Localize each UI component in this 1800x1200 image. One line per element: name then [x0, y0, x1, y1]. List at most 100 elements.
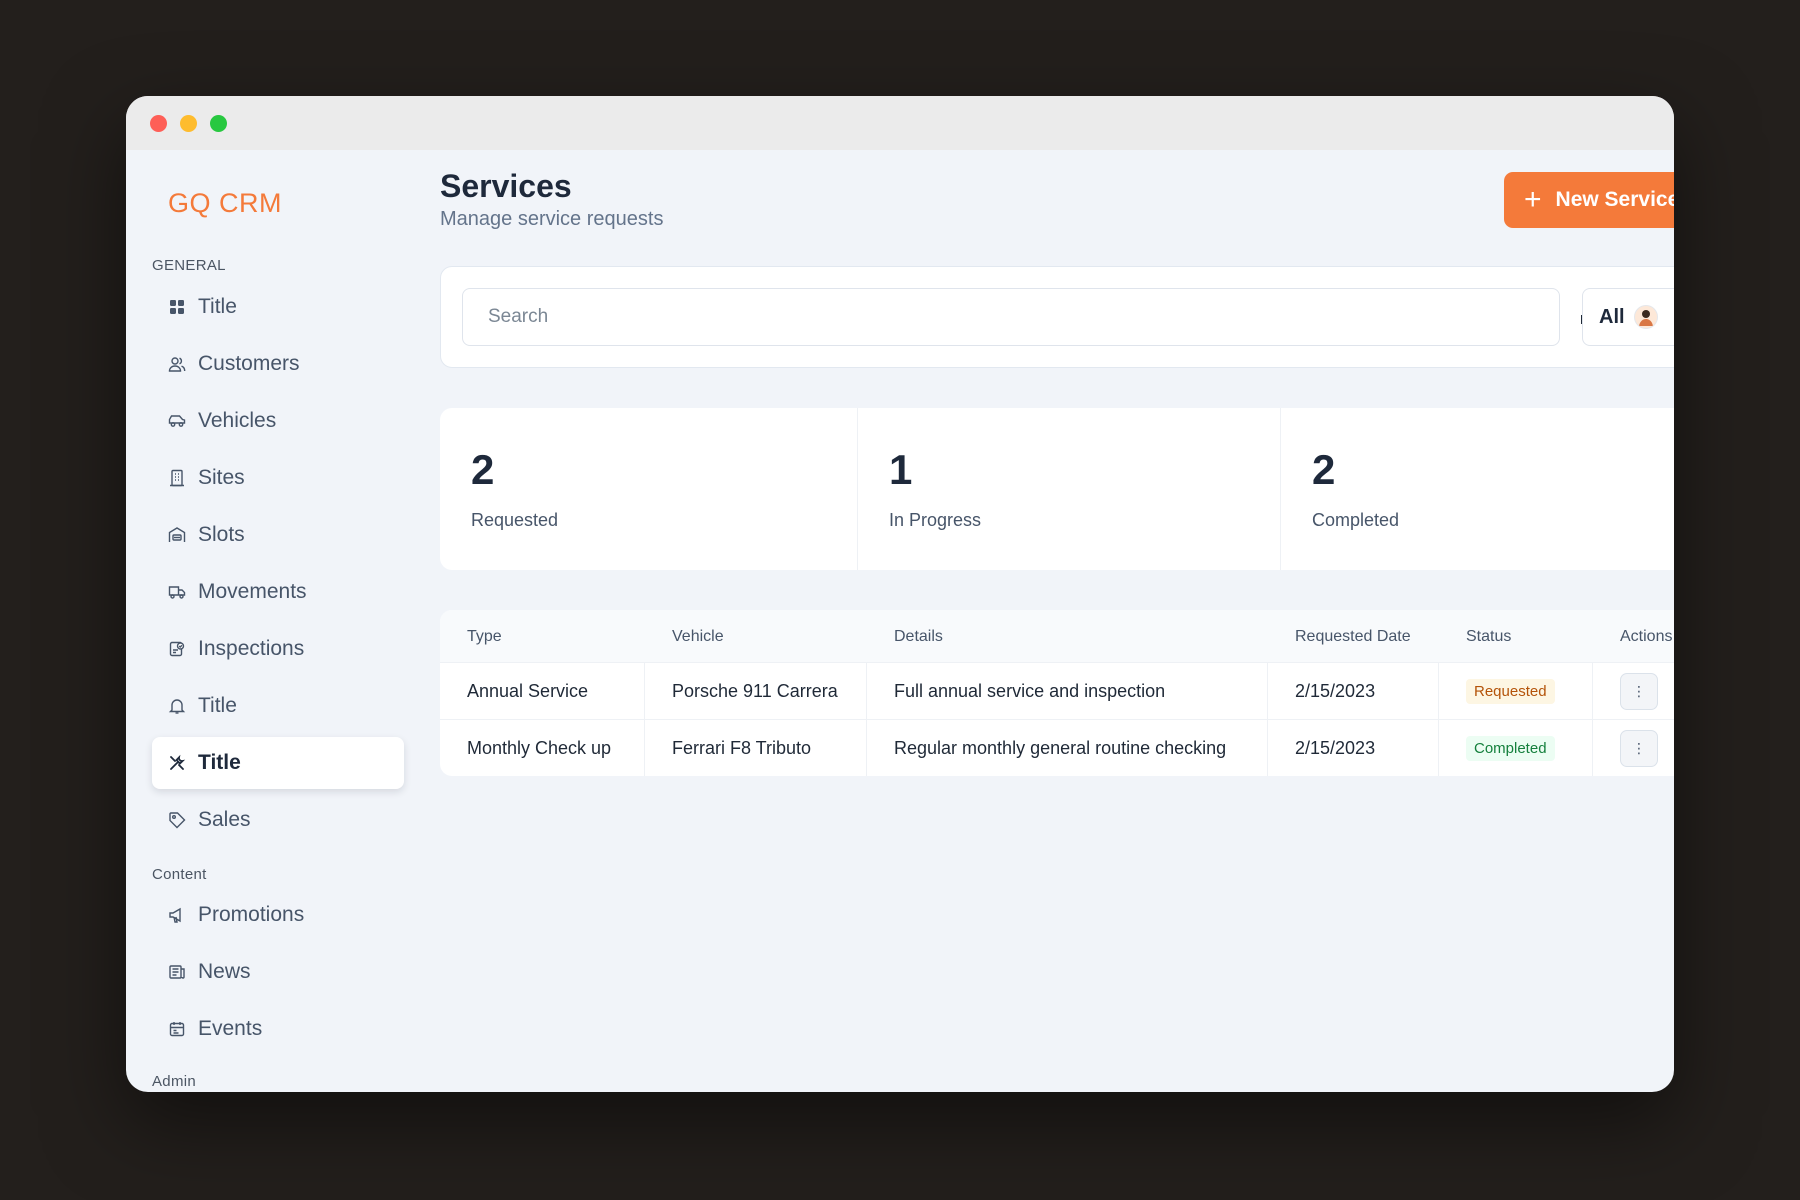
section-label-content: Content — [152, 866, 207, 883]
sidebar-item-label: Sites — [198, 466, 245, 489]
avatar — [1633, 305, 1658, 329]
sidebar-item-label: Events — [198, 1017, 263, 1040]
sidebar-item-services[interactable]: Title — [152, 737, 404, 789]
minimize-window-button[interactable] — [180, 114, 197, 132]
sidebar-item-label: Title — [198, 295, 237, 318]
stat-completed: 2 Completed — [1281, 408, 1674, 570]
page-title: Services — [440, 168, 572, 204]
megaphone-icon — [169, 907, 181, 923]
maximize-window-button[interactable] — [210, 114, 227, 132]
cell-status: Requested — [1439, 663, 1593, 720]
column-header-actions: Actions — [1620, 628, 1673, 645]
garage-icon — [168, 527, 186, 542]
tools-icon — [170, 754, 186, 770]
sidebar-item-slots[interactable]: Slots — [152, 509, 404, 561]
sidebar-item-promotions[interactable]: Promotions — [152, 889, 404, 941]
tag-icon — [169, 812, 186, 829]
cell-actions: ⋮ — [1593, 720, 1674, 776]
cell-vehicle: Ferrari F8 Tributo — [645, 720, 867, 776]
table-header: Type Vehicle Details Requested Date Stat… — [440, 610, 1674, 662]
cell-details: Regular monthly general routine checking — [867, 720, 1268, 776]
cell-actions: ⋮ — [1593, 663, 1674, 720]
status-filter-dropdown[interactable]: All — [1582, 288, 1674, 346]
sidebar-item-label: Inspections — [198, 637, 305, 660]
sidebar-item-movements[interactable]: Movements — [152, 566, 404, 618]
window-titlebar — [126, 96, 1674, 150]
new-service-button[interactable]: + New Service — [1504, 172, 1674, 228]
stat-requested: 2 Requested — [440, 408, 858, 570]
section-label-general: GENERAL — [152, 257, 226, 274]
stat-value: 2 — [471, 446, 495, 493]
status-badge: Completed — [1466, 736, 1555, 761]
cell-vehicle: Porsche 911 Carrera — [645, 663, 867, 720]
app-window: GQ CRM GENERAL Title Customers Vehicles … — [126, 96, 1674, 1092]
sidebar-item-label: Customers — [198, 352, 300, 375]
row-actions-button[interactable]: ⋮ — [1620, 730, 1658, 767]
car-icon — [168, 415, 186, 427]
sidebar-item-label: Movements — [198, 580, 307, 603]
bell-icon — [168, 699, 186, 714]
person-icon — [1638, 310, 1653, 326]
column-header-vehicle[interactable]: Vehicle — [672, 628, 724, 646]
sidebar-item-label: Slots — [198, 523, 245, 546]
sidebar-item-label: Title — [198, 694, 237, 717]
sidebar-item-title[interactable]: Title — [152, 281, 404, 333]
grid-icon — [170, 300, 184, 314]
sidebar-item-sites[interactable]: Sites — [152, 452, 404, 504]
page-subtitle: Manage service requests — [440, 208, 664, 230]
cell-type: Annual Service — [440, 663, 645, 720]
stat-label: In Progress — [889, 510, 982, 530]
stat-value: 1 — [889, 446, 913, 493]
sidebar: GQ CRM GENERAL Title Customers Vehicles … — [126, 150, 416, 1092]
filter-label: All — [1599, 305, 1625, 328]
newspaper-icon — [169, 965, 185, 979]
sidebar-item-vehicles[interactable]: Vehicles — [152, 395, 404, 447]
sidebar-item-customers[interactable]: Customers — [152, 338, 404, 390]
column-header-requested-date[interactable]: Requested Date — [1295, 628, 1411, 646]
section-label-admin: Admin — [152, 1073, 197, 1090]
calendar-icon — [169, 1022, 185, 1037]
main-content: Services Manage service requests + New S… — [440, 150, 1674, 1092]
users-icon — [168, 357, 186, 372]
search-filter-card: All — [440, 266, 1674, 368]
truck-icon — [168, 586, 186, 599]
stat-value: 2 — [1312, 446, 1336, 493]
app-body: GQ CRM GENERAL Title Customers Vehicles … — [126, 150, 1674, 1092]
table-row[interactable]: Monthly Check up Ferrari F8 Tributo Regu… — [440, 719, 1674, 776]
cell-details: Full annual service and inspection — [867, 663, 1268, 720]
sidebar-item-label: News — [198, 960, 251, 983]
cell-type: Monthly Check up — [440, 720, 645, 776]
sidebar-item-label: Sales — [198, 808, 251, 831]
column-header-status[interactable]: Status — [1466, 628, 1511, 646]
sidebar-item-news[interactable]: News — [152, 946, 404, 998]
stat-label: Requested — [471, 510, 559, 530]
table-row[interactable]: Annual Service Porsche 911 Carrera Full … — [440, 662, 1674, 720]
sidebar-item-label: Promotions — [198, 903, 305, 926]
stat-label: Completed — [1312, 510, 1400, 530]
services-table: Type Vehicle Details Requested Date Stat… — [440, 610, 1674, 776]
stat-in-progress: 1 In Progress — [858, 408, 1281, 570]
row-actions-button[interactable]: ⋮ — [1620, 673, 1658, 710]
building-icon — [170, 469, 184, 487]
more-vertical-icon: ⋮ — [1632, 740, 1646, 756]
search-input[interactable] — [462, 288, 1560, 346]
sidebar-item-notifications[interactable]: Title — [152, 680, 404, 732]
column-header-type[interactable]: Type — [467, 628, 502, 646]
more-vertical-icon: ⋮ — [1632, 683, 1646, 699]
cell-status: Completed — [1439, 720, 1593, 776]
cell-date: 2/15/2023 — [1268, 663, 1439, 720]
status-badge: Requested — [1466, 679, 1555, 704]
sidebar-item-label: Title — [198, 751, 241, 774]
sidebar-item-sales[interactable]: Sales — [152, 794, 404, 846]
sidebar-item-events[interactable]: Events — [152, 1003, 404, 1055]
sidebar-item-label: Vehicles — [198, 409, 277, 432]
cell-date: 2/15/2023 — [1268, 720, 1439, 776]
stats-card: 2 Requested 1 In Progress 2 Completed — [440, 408, 1674, 570]
brand-logo[interactable]: GQ CRM — [168, 188, 282, 219]
close-window-button[interactable] — [150, 114, 167, 132]
clipboard-check-icon — [169, 641, 185, 657]
column-header-details[interactable]: Details — [894, 628, 943, 646]
plus-icon: + — [1524, 183, 1542, 216]
new-service-label: New Service — [1555, 188, 1674, 211]
sidebar-item-inspections[interactable]: Inspections — [152, 623, 404, 675]
